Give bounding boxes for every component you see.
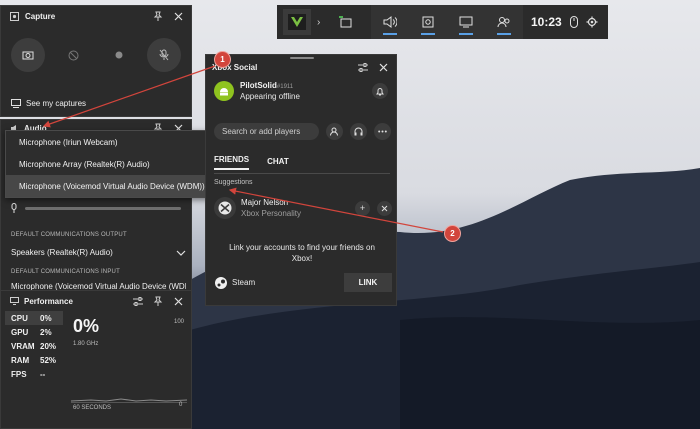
annotation-arrows [42, 65, 444, 233]
annotation-arrow-1 [42, 65, 216, 128]
annotation-marker-1: 1 [214, 51, 231, 68]
annotation-marker-2: 2 [444, 225, 461, 242]
annotation-arrow-2 [228, 187, 444, 233]
